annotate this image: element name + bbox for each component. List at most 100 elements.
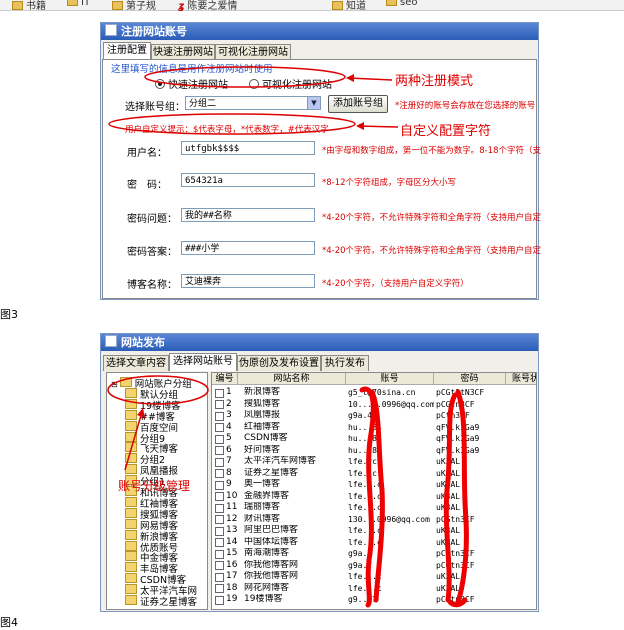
tree-node[interactable]: 分组9 <box>125 431 165 444</box>
row-id: 12 <box>226 513 238 524</box>
row-checkbox[interactable] <box>215 388 224 398</box>
col-header-id[interactable]: 编号 <box>212 373 238 385</box>
field-label-question: 密码问题： <box>127 214 177 225</box>
row-checkbox[interactable] <box>215 457 224 467</box>
col-header-password[interactable]: 密码 <box>434 373 506 385</box>
row-password: uK3AL <box>436 468 461 478</box>
row-account: g9a.7 <box>348 560 373 570</box>
folder-icon <box>125 398 137 409</box>
tree-node[interactable]: 分组2 <box>125 453 165 466</box>
col-header-status[interactable]: 账号状 <box>506 373 536 385</box>
row-checkbox[interactable] <box>215 561 224 570</box>
bookmark-3[interactable]: 第子规 <box>112 0 156 12</box>
collapse-icon[interactable]: ⊟ <box>111 380 118 389</box>
tree-node[interactable]: CSDN博客 <box>125 573 186 586</box>
radio-visual-register[interactable]: 可视化注册网站 <box>249 76 332 91</box>
folder-icon <box>119 377 132 387</box>
row-checkbox[interactable] <box>215 400 224 409</box>
folder-icon <box>125 420 137 431</box>
bookmark-1[interactable]: 书籍 <box>12 0 46 12</box>
bookmark-4[interactable]: ʓ 陈要之爱情 <box>178 0 237 12</box>
row-account: hu...84 <box>348 422 382 432</box>
row-site-name: 网花网博客 <box>244 582 290 593</box>
row-password: pCGt3tN3CF <box>436 388 485 397</box>
bookmark-6[interactable]: seo <box>386 0 417 8</box>
group-select[interactable]: 分组二 ▼ <box>185 96 321 110</box>
row-password: uK3AL <box>436 526 461 535</box>
gift-icon: ʓ <box>178 1 185 12</box>
tab-select-article[interactable]: 选择文章内容 <box>103 355 169 371</box>
row-checkbox[interactable] <box>215 446 224 455</box>
tab-pseudo-original[interactable]: 伪原创及发布设置 <box>237 355 321 371</box>
row-password: qFV.kIGa9 <box>436 422 480 432</box>
row-checkbox[interactable] <box>215 434 224 444</box>
password-field[interactable]: 654321a <box>181 173 315 187</box>
row-site-name: 财讯博客 <box>244 513 281 524</box>
tree-node[interactable]: 优质账号 <box>125 540 178 553</box>
tree-node[interactable]: 19楼博客 <box>125 398 181 411</box>
tab-execute-publish[interactable]: 执行发布 <box>321 355 369 371</box>
question-field[interactable]: 我的##名称 <box>181 208 315 222</box>
row-checkbox[interactable] <box>215 584 224 593</box>
row-checkbox[interactable] <box>215 469 224 478</box>
tree-node[interactable]: 新浪博客 <box>125 529 178 542</box>
folder-icon <box>112 1 123 10</box>
folder-icon <box>125 529 137 540</box>
folder-icon <box>125 507 137 518</box>
tree-node[interactable]: 搜狐博客 <box>125 507 178 520</box>
tree-node[interactable]: 太平洋汽车网 <box>125 584 197 597</box>
row-checkbox[interactable] <box>215 515 224 524</box>
row-checkbox[interactable] <box>215 526 224 536</box>
row-password: uK3AL <box>436 491 461 501</box>
row-password: pCGtn3CF <box>436 560 475 570</box>
tree-node[interactable]: 默认分组 <box>125 387 178 400</box>
tree-node[interactable]: ##博客 <box>125 409 175 422</box>
add-group-button[interactable]: 添加账号组 <box>328 95 388 113</box>
row-site-name: 你我他博客网 <box>244 559 299 570</box>
username-field[interactable]: utfgbk$$$$ <box>181 141 315 155</box>
row-checkbox[interactable] <box>215 595 224 605</box>
tree-node[interactable]: 网易博客 <box>125 518 178 531</box>
tree-node[interactable]: 百度空间 <box>125 420 178 433</box>
radio-button-icon <box>249 79 259 89</box>
col-header-site[interactable]: 网站名称 <box>238 373 346 385</box>
col-header-account[interactable]: 账号 <box>346 373 434 385</box>
row-id: 5 <box>226 433 232 443</box>
tab-select-account[interactable]: 选择网站账号 <box>169 353 237 371</box>
tab-register-config[interactable]: 注册配置 <box>103 42 151 60</box>
field-label-username: 用户名： <box>127 148 167 159</box>
row-password: pCGtn3CF <box>436 549 475 558</box>
tab-fast-register[interactable]: 快速注册网站 <box>151 44 215 60</box>
bookmark-2[interactable]: IT <box>67 0 90 8</box>
tab-visual-register[interactable]: 可视化注册网站 <box>215 44 291 60</box>
row-checkbox[interactable] <box>215 572 224 582</box>
row-site-name: 好问博客 <box>244 444 281 455</box>
bookmark-5[interactable]: 知道 <box>332 0 366 12</box>
row-checkbox[interactable] <box>215 480 224 490</box>
row-id: 8 <box>226 467 232 478</box>
tree-node[interactable]: 飞天博客 <box>125 442 178 455</box>
row-site-name: 瑞丽博客 <box>244 502 281 512</box>
tree-root[interactable]: ⊟ 网站账户分组 <box>111 377 192 390</box>
row-id: 1 <box>226 387 232 397</box>
tree-node[interactable]: 中金博客 <box>125 551 178 564</box>
row-password: uK3AL <box>436 480 461 489</box>
tree-node[interactable]: 证券之星博客 <box>125 595 197 608</box>
blogname-field[interactable]: 艾迪裸奔 <box>181 274 315 288</box>
tree-node[interactable]: 丰岛博客 <box>125 562 178 575</box>
folder-icon <box>125 409 137 420</box>
tree-node[interactable]: 红袖博客 <box>125 496 178 509</box>
row-checkbox[interactable] <box>215 411 224 421</box>
field-label-answer: 密码答案： <box>127 247 177 258</box>
row-checkbox[interactable] <box>215 423 224 432</box>
row-checkbox[interactable] <box>215 549 224 559</box>
answer-field[interactable]: ###小学 <box>181 241 315 255</box>
radio-fast-register[interactable]: 快速注册网站 <box>155 76 228 91</box>
row-account: g5_t@70sina.cn <box>348 388 416 397</box>
row-checkbox[interactable] <box>215 492 224 501</box>
tree-node[interactable]: 凤凰播报 <box>125 464 178 477</box>
register-panel: 这里填写的信息是用作注册网站时使用 快速注册网站 可视化注册网站 选择账号组： … <box>102 59 541 299</box>
row-checkbox[interactable] <box>215 503 224 513</box>
row-account: hu...84 <box>348 434 382 443</box>
row-checkbox[interactable] <box>215 538 224 547</box>
